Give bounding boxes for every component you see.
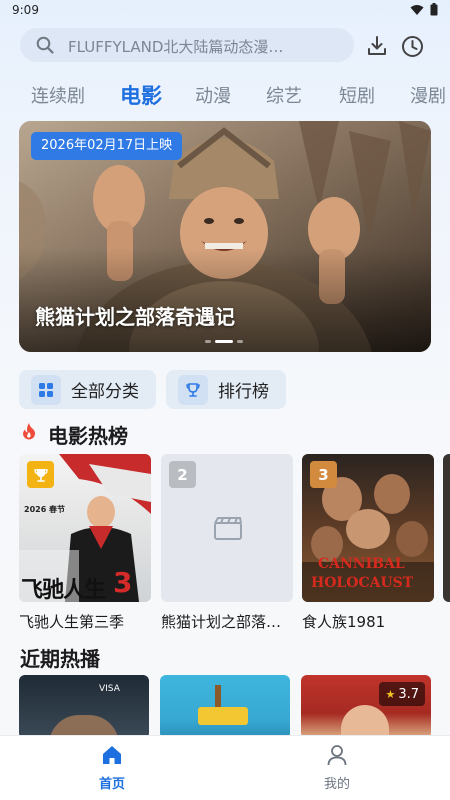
search-icon: [36, 36, 54, 54]
recent-card-1[interactable]: VISA: [19, 675, 149, 739]
nav-mine[interactable]: 我的: [297, 744, 377, 792]
poster-2: 2: [161, 454, 293, 602]
status-icons: [410, 3, 438, 16]
poster-1-title-number: 3: [113, 566, 133, 599]
rating-badge: ★ 3.7: [379, 682, 425, 706]
poster-3-title-line1: CANNIBAL: [318, 556, 405, 572]
tab-movies[interactable]: 电影: [120, 80, 162, 110]
trophy-icon: [33, 468, 48, 482]
rank-card-2[interactable]: 2 熊猫计划之部落…: [161, 454, 293, 632]
recent-card-2-mast: [215, 685, 221, 707]
poster-1-tagline: 2026 春节: [24, 505, 66, 514]
tab-short-drama[interactable]: 短剧: [339, 82, 375, 108]
nav-home-label: 首页: [98, 777, 125, 792]
search-placeholder: FLUFFYLAND北大陆篇动态漫…: [68, 38, 284, 56]
rank-card-3[interactable]: CANNIBAL HOLOCAUST 3 食人族1981: [302, 454, 434, 632]
category-tabs: 连续剧 电影 动漫 综艺 短剧 漫剧: [0, 78, 450, 112]
recent-card-3[interactable]: ★ 3.7: [301, 675, 431, 739]
tab-variety[interactable]: 综艺: [266, 82, 302, 108]
banner-title: 熊猫计划之部落奇遇记: [35, 305, 235, 329]
tab-comic-drama[interactable]: 漫剧: [410, 82, 446, 108]
poster-3-title-line2: HOLOCAUST: [311, 575, 414, 591]
pagination-dot: [237, 340, 243, 343]
ranking-label: 排行榜: [218, 382, 269, 402]
recent-card-1-caption: VISA: [99, 684, 120, 694]
rank-card-1[interactable]: 2026 春节 飞驰人生 3 飞驰人生第三季: [19, 454, 151, 632]
history-icon[interactable]: [401, 35, 424, 58]
grid-icon: [39, 382, 53, 397]
poster-1-title-art: 飞驰人生: [21, 577, 106, 602]
nav-mine-label: 我的: [323, 777, 350, 792]
all-categories-label: 全部分类: [71, 382, 139, 402]
wifi-icon: [410, 4, 424, 15]
rank-card-4-partial[interactable]: [443, 454, 450, 602]
search-input[interactable]: FLUFFYLAND北大陆篇动态漫…: [20, 28, 354, 62]
trophy-icon: [186, 382, 200, 397]
featured-banner[interactable]: 2026年02月17日上映 熊猫计划之部落奇遇记: [19, 121, 431, 352]
pagination-dot-active: [215, 340, 233, 343]
pagination-dot: [205, 340, 211, 343]
rating-value: 3.7: [398, 686, 419, 702]
recent-card-2[interactable]: [160, 675, 290, 739]
hot-section-title: 电影热榜: [48, 424, 128, 448]
home-icon: [103, 746, 121, 764]
tab-anime[interactable]: 动漫: [195, 82, 231, 108]
rank-badge-3: 3: [310, 461, 337, 488]
banner-pagination: [205, 340, 243, 343]
rank-title-3: 食人族1981: [302, 613, 386, 631]
tab-tv-series[interactable]: 连续剧: [31, 82, 85, 108]
clapperboard-icon: [214, 517, 242, 540]
battery-icon: [430, 3, 438, 16]
star-icon: ★: [385, 687, 396, 701]
rank-badge-2: 2: [169, 461, 196, 488]
all-categories-button[interactable]: 全部分类: [19, 370, 156, 409]
search-row: FLUFFYLAND北大陆篇动态漫…: [0, 26, 450, 66]
poster-1: 2026 春节 飞驰人生 3: [19, 454, 151, 602]
poster-3: CANNIBAL HOLOCAUST 3: [302, 454, 434, 602]
flame-icon: [23, 423, 35, 440]
recent-card-2-boat: [198, 707, 248, 725]
grid-icon-wrap: [31, 374, 61, 405]
bottom-nav: 首页 我的: [0, 735, 450, 800]
status-bar: 9:09: [0, 0, 450, 22]
nav-home[interactable]: 首页: [72, 744, 152, 792]
rank-badge-1: [27, 461, 54, 488]
ranking-button[interactable]: 排行榜: [166, 370, 286, 409]
rank-title-2: 熊猫计划之部落…: [161, 613, 282, 631]
rank-title-1: 飞驰人生第三季: [19, 613, 125, 631]
user-icon: [327, 745, 347, 766]
status-time: 9:09: [12, 3, 39, 17]
release-date-badge: 2026年02月17日上映: [31, 132, 183, 160]
trophy-icon-wrap: [178, 374, 208, 405]
recent-card-3-face: [341, 705, 389, 739]
download-icon[interactable]: [366, 35, 388, 57]
recent-section-title: 近期热播: [20, 647, 100, 671]
